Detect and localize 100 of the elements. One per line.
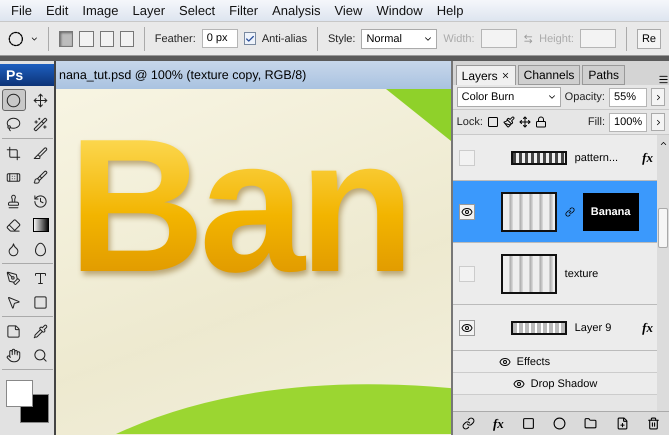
selection-mode-button[interactable] bbox=[100, 30, 114, 46]
lock-label: Lock: bbox=[456, 116, 483, 128]
wand-tool-icon bbox=[33, 116, 48, 132]
refine-button[interactable]: Re bbox=[636, 28, 661, 48]
height-label: Height: bbox=[539, 32, 574, 44]
height-field[interactable] bbox=[580, 29, 616, 48]
close-icon[interactable] bbox=[500, 71, 510, 80]
selection-mode-button[interactable] bbox=[59, 30, 74, 46]
layer-thumbnail bbox=[510, 320, 567, 334]
layer-name: Layer 9 bbox=[574, 322, 612, 334]
layer-row[interactable]: Banana bbox=[452, 181, 657, 243]
brush-tool-icon bbox=[33, 170, 48, 184]
adjustment-icon[interactable] bbox=[553, 417, 566, 430]
menu-item[interactable]: File bbox=[4, 3, 39, 18]
layer-thumbnail bbox=[500, 192, 557, 232]
menu-item[interactable]: View bbox=[327, 3, 370, 18]
fx-icon[interactable]: fx bbox=[492, 416, 504, 432]
style-select[interactable]: Normal bbox=[361, 28, 438, 48]
lasso-tool-icon bbox=[6, 116, 21, 132]
selection-mode-button[interactable] bbox=[120, 30, 134, 46]
layer-mask-thumbnail: Banana bbox=[582, 192, 639, 230]
background-color-swatch[interactable] bbox=[20, 394, 49, 423]
lock-transparency-icon[interactable] bbox=[486, 116, 499, 128]
foreground-color-swatch[interactable] bbox=[6, 380, 33, 407]
effect-name: Drop Shadow bbox=[530, 378, 598, 390]
eyedropper-tool-icon bbox=[33, 324, 48, 338]
width-field[interactable] bbox=[480, 29, 517, 48]
menu-item[interactable]: Analysis bbox=[265, 3, 328, 18]
lock-move-icon[interactable] bbox=[518, 116, 531, 128]
folder-icon[interactable] bbox=[584, 417, 598, 430]
move-tool-icon bbox=[33, 92, 48, 108]
blur-tool-icon bbox=[6, 242, 21, 256]
new-layer-icon[interactable] bbox=[616, 417, 629, 430]
fx-icon: fx bbox=[642, 150, 653, 166]
lock-icon[interactable] bbox=[534, 116, 547, 128]
history-tool-icon bbox=[33, 194, 48, 208]
anti-alias-label: Anti-alias bbox=[262, 32, 308, 44]
menu-item[interactable]: Layer bbox=[126, 3, 172, 18]
opacity-label: Opacity: bbox=[564, 91, 605, 103]
shape-tool-icon bbox=[33, 294, 48, 310]
scroll-thumb[interactable] bbox=[658, 208, 668, 248]
dodge-tool-icon bbox=[33, 242, 48, 256]
menu-item[interactable]: Window bbox=[369, 3, 430, 18]
eye-icon bbox=[460, 206, 473, 218]
hand-tool-icon bbox=[6, 348, 21, 362]
link-icon[interactable] bbox=[564, 206, 575, 216]
layer-thumbnail bbox=[510, 150, 567, 164]
panel-tab[interactable]: Channels bbox=[518, 65, 580, 85]
app-logo: Ps bbox=[0, 64, 54, 86]
layer-row[interactable]: texture bbox=[452, 243, 657, 305]
eye-icon[interactable] bbox=[512, 378, 525, 390]
fill-field[interactable]: 100% bbox=[609, 112, 647, 132]
scrollbar[interactable] bbox=[657, 135, 669, 411]
crop-tool-icon bbox=[6, 146, 21, 160]
notes-tool-icon bbox=[6, 324, 21, 338]
panel-tab[interactable]: Layers bbox=[456, 65, 516, 85]
visibility-toggle[interactable] bbox=[458, 150, 475, 166]
pen-tool-icon bbox=[6, 270, 21, 286]
selection-mode-button[interactable] bbox=[79, 30, 94, 46]
zoom-tool-icon bbox=[33, 348, 48, 362]
tool-button[interactable] bbox=[2, 89, 26, 111]
type-tool-icon bbox=[33, 270, 48, 286]
select-tool-icon bbox=[6, 294, 21, 310]
gradient-icon bbox=[32, 218, 48, 232]
lock-brush-icon[interactable] bbox=[502, 116, 515, 128]
menu-item[interactable]: Filter bbox=[222, 3, 266, 18]
fx-icon: fx bbox=[642, 320, 653, 336]
menu-item[interactable]: Image bbox=[75, 3, 126, 18]
panel-tab[interactable]: Paths bbox=[582, 65, 626, 85]
menu-item[interactable]: Select bbox=[172, 3, 222, 18]
effect-name: Effects bbox=[516, 356, 550, 368]
visibility-toggle[interactable] bbox=[458, 320, 475, 336]
visibility-toggle[interactable] bbox=[458, 266, 475, 282]
eye-icon bbox=[460, 322, 473, 334]
slice-tool-icon bbox=[33, 146, 48, 160]
mask-icon[interactable] bbox=[522, 417, 535, 430]
width-label: Width: bbox=[443, 32, 475, 44]
layer-row[interactable]: Layer 9 fx bbox=[452, 305, 657, 351]
feather-label: Feather: bbox=[154, 32, 196, 44]
layer-name: pattern... bbox=[574, 152, 618, 164]
eye-icon[interactable] bbox=[498, 356, 511, 368]
opacity-field[interactable]: 55% bbox=[609, 88, 647, 106]
fill-label: Fill: bbox=[588, 116, 605, 128]
anti-alias-checkbox[interactable] bbox=[244, 32, 256, 45]
stamp-tool-icon bbox=[6, 194, 21, 208]
blend-mode-select[interactable]: Color Burn bbox=[456, 87, 561, 107]
menu-icon[interactable] bbox=[658, 74, 669, 85]
layer-thumbnail bbox=[500, 254, 557, 294]
menu-item[interactable]: Edit bbox=[38, 3, 76, 18]
link-icon[interactable] bbox=[462, 417, 475, 430]
layer-name: texture bbox=[564, 268, 598, 280]
ellipse-marquee-icon[interactable] bbox=[8, 30, 24, 48]
eraser-tool-icon bbox=[6, 218, 21, 232]
document-title: nana_tut.psd @ 100% (texture copy, RGB/8) bbox=[56, 61, 451, 89]
feather-field[interactable]: 0 px bbox=[202, 29, 238, 48]
trash-icon[interactable] bbox=[646, 417, 660, 430]
layer-row[interactable]: pattern... fx bbox=[452, 135, 657, 181]
visibility-toggle[interactable] bbox=[458, 204, 475, 220]
menu-item[interactable]: Help bbox=[430, 3, 470, 18]
marquee-tool-icon bbox=[6, 92, 21, 108]
